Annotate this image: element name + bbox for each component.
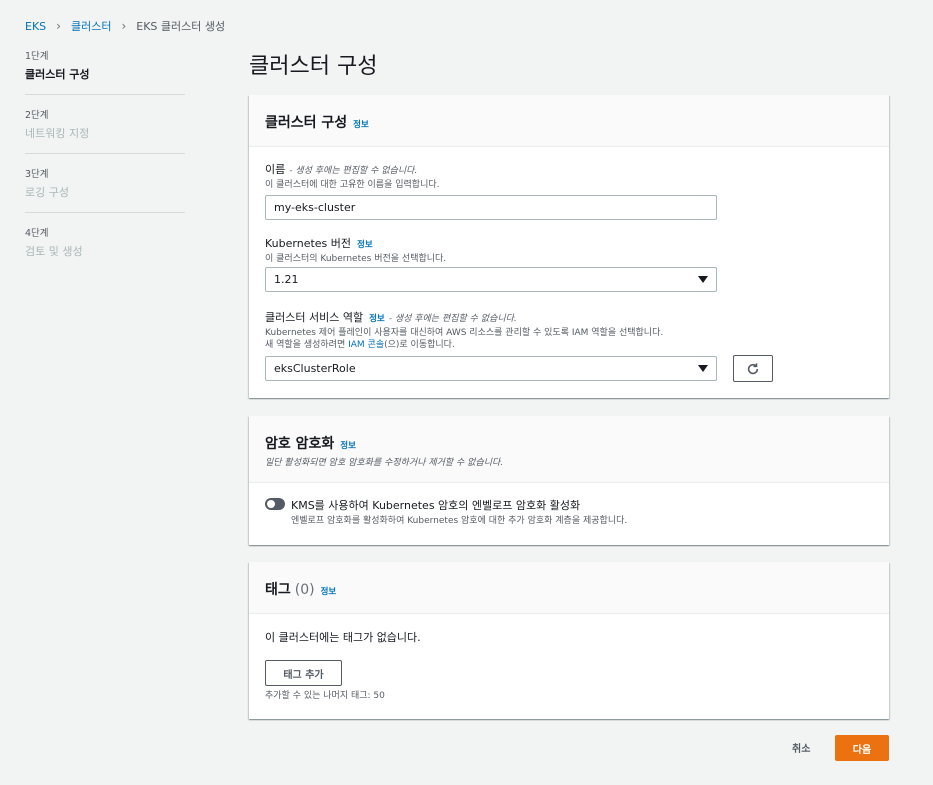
no-tags-text: 이 클러스터에는 태그가 없습니다. xyxy=(265,631,421,644)
role-select[interactable]: eksClusterRole xyxy=(265,356,717,381)
info-link[interactable]: 정보 xyxy=(357,238,373,250)
step-name: 클러스터 구성 xyxy=(25,68,90,81)
toggle-label: KMS를 사용하여 Kubernetes 암호의 엔벨로프 암호화 활성화 xyxy=(291,499,581,512)
encryption-panel: 암호 암호화 정보 일단 활성화되면 암호 암호화를 수정하거나 제거할 수 없… xyxy=(249,416,889,545)
panel-body: KMS를 사용하여 Kubernetes 암호의 엔벨로프 암호화 활성화 엔벨… xyxy=(249,483,889,527)
info-link[interactable]: 정보 xyxy=(321,585,337,597)
name-label: 이름 - 생성 후에는 편집할 수 없습니다. xyxy=(265,161,873,177)
breadcrumb-clusters[interactable]: 클러스터 xyxy=(71,18,111,34)
panel-header: 암호 암호화 정보 일단 활성화되면 암호 암호화를 수정하거나 제거할 수 없… xyxy=(249,416,889,483)
panel-title: 태그 xyxy=(265,582,291,598)
panel-header: 태그 (0) 정보 xyxy=(249,562,889,614)
role-value: eksClusterRole xyxy=(274,362,356,375)
add-tag-button[interactable]: 태그 추가 xyxy=(265,660,342,686)
cluster-config-panel: 클러스터 구성 정보 이름 - 생성 후에는 편집할 수 없습니다. 이 클러스… xyxy=(249,95,889,398)
step-4: 4단계 검토 및 생성 xyxy=(25,225,185,271)
role-label: 클러스터 서비스 역할 정보 - 생성 후에는 편집할 수 없습니다. xyxy=(265,309,873,325)
step-2: 2단계 네트워킹 지정 xyxy=(25,107,185,154)
k8s-description: 이 클러스터의 Kubernetes 버전을 선택합니다. xyxy=(265,254,447,264)
refresh-icon xyxy=(747,362,759,374)
panel-body: 이름 - 생성 후에는 편집할 수 없습니다. 이 클러스터에 대한 고유한 이… xyxy=(249,147,889,382)
iam-console-link[interactable]: IAM 콘솔 xyxy=(348,340,384,350)
info-link[interactable]: 정보 xyxy=(340,439,356,451)
caret-down-icon xyxy=(698,276,708,283)
breadcrumb: EKS › 클러스터 › EKS 클러스터 생성 xyxy=(25,18,225,34)
envelope-encryption-toggle[interactable] xyxy=(265,498,285,510)
k8s-version-label: Kubernetes 버전 정보 xyxy=(265,235,873,251)
info-link[interactable]: 정보 xyxy=(369,312,385,324)
role-desc-post: (으)로 이동합니다. xyxy=(384,340,455,350)
cancel-button[interactable]: 취소 xyxy=(792,740,810,755)
refresh-button[interactable] xyxy=(733,355,773,382)
step-number: 4단계 xyxy=(25,228,49,239)
page-title: 클러스터 구성 xyxy=(249,54,378,79)
breadcrumb-eks[interactable]: EKS xyxy=(25,20,46,33)
toggle-knob xyxy=(267,500,275,508)
chevron-right-icon: › xyxy=(121,19,127,33)
role-note: - 생성 후에는 편집할 수 없습니다. xyxy=(388,314,517,324)
step-1: 1단계 클러스터 구성 xyxy=(25,48,185,95)
name-description: 이 클러스터에 대한 고유한 이름을 입력합니다. xyxy=(265,180,440,190)
step-3: 3단계 로깅 구성 xyxy=(25,166,185,213)
step-name: 검토 및 생성 xyxy=(25,245,83,258)
remaining-tags-text: 추가할 수 있는 나머지 태그: 50 xyxy=(265,691,385,701)
step-number: 3단계 xyxy=(25,169,49,180)
info-link[interactable]: 정보 xyxy=(353,118,369,130)
wizard-steps: 1단계 클러스터 구성 2단계 네트워킹 지정 3단계 로깅 구성 4단계 검토… xyxy=(25,48,185,283)
cluster-name-input[interactable]: my-eks-cluster xyxy=(265,195,717,220)
caret-down-icon xyxy=(698,365,708,372)
panel-header: 클러스터 구성 정보 xyxy=(249,95,889,147)
role-label-text: 클러스터 서비스 역할 xyxy=(265,311,364,324)
k8s-version-value: 1.21 xyxy=(274,273,299,286)
panel-title: 클러스터 구성 xyxy=(265,115,348,131)
role-desc-pre: 새 역할을 생성하려면 xyxy=(265,340,349,350)
step-name: 네트워킹 지정 xyxy=(25,127,90,140)
role-description: Kubernetes 제어 플레인이 사용자를 대신하여 AWS 리소스를 관리… xyxy=(265,328,664,338)
panel-body: 이 클러스터에는 태그가 없습니다. 태그 추가 추가할 수 있는 나머지 태그… xyxy=(249,629,889,702)
panel-title: 암호 암호화 xyxy=(265,436,335,452)
tags-panel: 태그 (0) 정보 이 클러스터에는 태그가 없습니다. 태그 추가 추가할 수… xyxy=(249,562,889,719)
chevron-right-icon: › xyxy=(56,19,61,33)
tag-count: (0) xyxy=(294,582,315,598)
toggle-description: 엔벨로프 암호화를 활성화하여 Kubernetes 암호에 대한 추가 암호화… xyxy=(291,516,628,526)
name-note: - 생성 후에는 편집할 수 없습니다. xyxy=(289,166,418,176)
step-number: 2단계 xyxy=(25,110,49,121)
next-button[interactable]: 다음 xyxy=(835,735,889,761)
role-description-2: 새 역할을 생성하려면 IAM 콘솔(으)로 이동합니다. xyxy=(265,339,873,351)
panel-subtitle: 일단 활성화되면 암호 암호화를 수정하거나 제거할 수 없습니다. xyxy=(265,458,504,468)
k8s-label-text: Kubernetes 버전 xyxy=(265,237,352,250)
name-label-text: 이름 xyxy=(265,163,286,176)
k8s-version-select[interactable]: 1.21 xyxy=(265,267,717,292)
step-number: 1단계 xyxy=(25,51,49,62)
step-name: 로깅 구성 xyxy=(25,186,69,199)
breadcrumb-current: EKS 클러스터 생성 xyxy=(136,20,226,33)
